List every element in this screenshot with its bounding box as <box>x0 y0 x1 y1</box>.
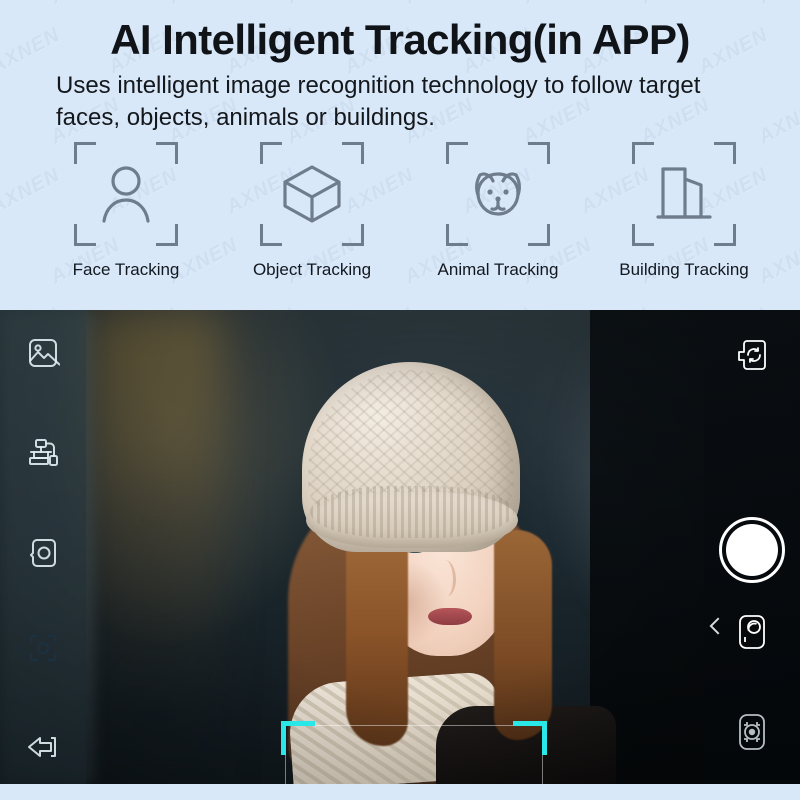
shutter-button[interactable] <box>719 517 785 583</box>
page-title: AI Intelligent Tracking(in APP) <box>110 16 690 63</box>
watermark-text: AXNEN <box>165 0 242 9</box>
pan-tilt-button[interactable] <box>18 428 68 478</box>
shutter-icon <box>726 524 778 576</box>
video-mode-button[interactable] <box>727 707 777 757</box>
watermark-text: AXNEN <box>637 0 714 9</box>
previous-mode-chevron[interactable] <box>709 617 727 635</box>
flip-camera-button[interactable] <box>727 330 777 380</box>
feature-animal-tracking: Animal Tracking <box>412 142 584 280</box>
left-toolbar <box>0 310 86 784</box>
ai-tracking-promo-page: AXNEN AXNEN AXNEN AXNEN AXNEN AXNEN AXNEN AXNEN… <box>0 0 800 800</box>
camera-preview <box>0 310 800 784</box>
feature-label: Animal Tracking <box>437 260 559 279</box>
tracking-frame-box <box>285 725 543 784</box>
right-toolbar <box>704 310 800 784</box>
sd-card-button[interactable] <box>18 528 68 578</box>
watermark-text: AXNEN <box>401 0 478 9</box>
animal-tracking-frame <box>446 142 550 246</box>
back-arrow-icon <box>28 737 56 757</box>
feature-object-tracking: Object Tracking <box>226 142 398 280</box>
ai-tracking-button[interactable] <box>18 623 68 673</box>
watermark-text: AXNEN <box>519 0 596 9</box>
building-tracking-frame <box>632 142 736 246</box>
watermark-text: AXNEN <box>755 0 800 9</box>
gallery-photo-icon <box>29 339 60 367</box>
watermark-text: AXNEN <box>754 93 800 149</box>
cube-icon <box>283 165 341 223</box>
tracking-corner-tl <box>281 721 315 755</box>
gallery-button[interactable] <box>18 328 68 378</box>
header-section: AXNEN AXNEN AXNEN AXNEN AXNEN AXNEN AXNEN AXNEN… <box>0 0 800 310</box>
camera-flip-icon <box>738 340 766 370</box>
feature-label: Face Tracking <box>72 260 180 279</box>
back-button[interactable] <box>18 722 68 772</box>
camera-scene <box>0 310 800 784</box>
feature-label: Object Tracking <box>252 260 372 279</box>
watermark-text: AXNEN <box>0 0 6 9</box>
watermark-text: AXNEN <box>0 233 6 289</box>
tracking-frame[interactable] <box>281 721 547 784</box>
page-subtitle: Uses intelligent image recognition techn… <box>56 72 701 131</box>
object-tracking-frame <box>260 142 364 246</box>
sd-card-icon <box>30 539 56 567</box>
photo-mode-button[interactable] <box>727 607 777 657</box>
bottom-strip <box>0 784 800 800</box>
video-mode-icon <box>739 714 765 750</box>
feature-icon-row: Face Tracking Object Tracking Animal Tra… <box>40 142 770 280</box>
tracking-corner-tr <box>513 721 547 755</box>
watermark-text: AXNEN <box>283 0 360 9</box>
watermark-text: AXNEN <box>47 0 124 9</box>
feature-building-tracking: Building Tracking <box>598 142 770 280</box>
buildings-icon <box>656 167 712 219</box>
feature-label: Building Tracking <box>619 260 749 279</box>
pan-tilt-icon <box>29 439 58 466</box>
face-tracking-frame <box>74 142 178 246</box>
feature-face-tracking: Face Tracking <box>40 142 212 280</box>
watermark-text: AXNEN <box>0 93 6 149</box>
photo-mode-icon <box>739 615 765 649</box>
dog-face-icon <box>475 172 521 216</box>
person-icon <box>102 166 150 223</box>
focus-target-icon <box>29 634 57 662</box>
scene-vignette <box>0 310 800 784</box>
